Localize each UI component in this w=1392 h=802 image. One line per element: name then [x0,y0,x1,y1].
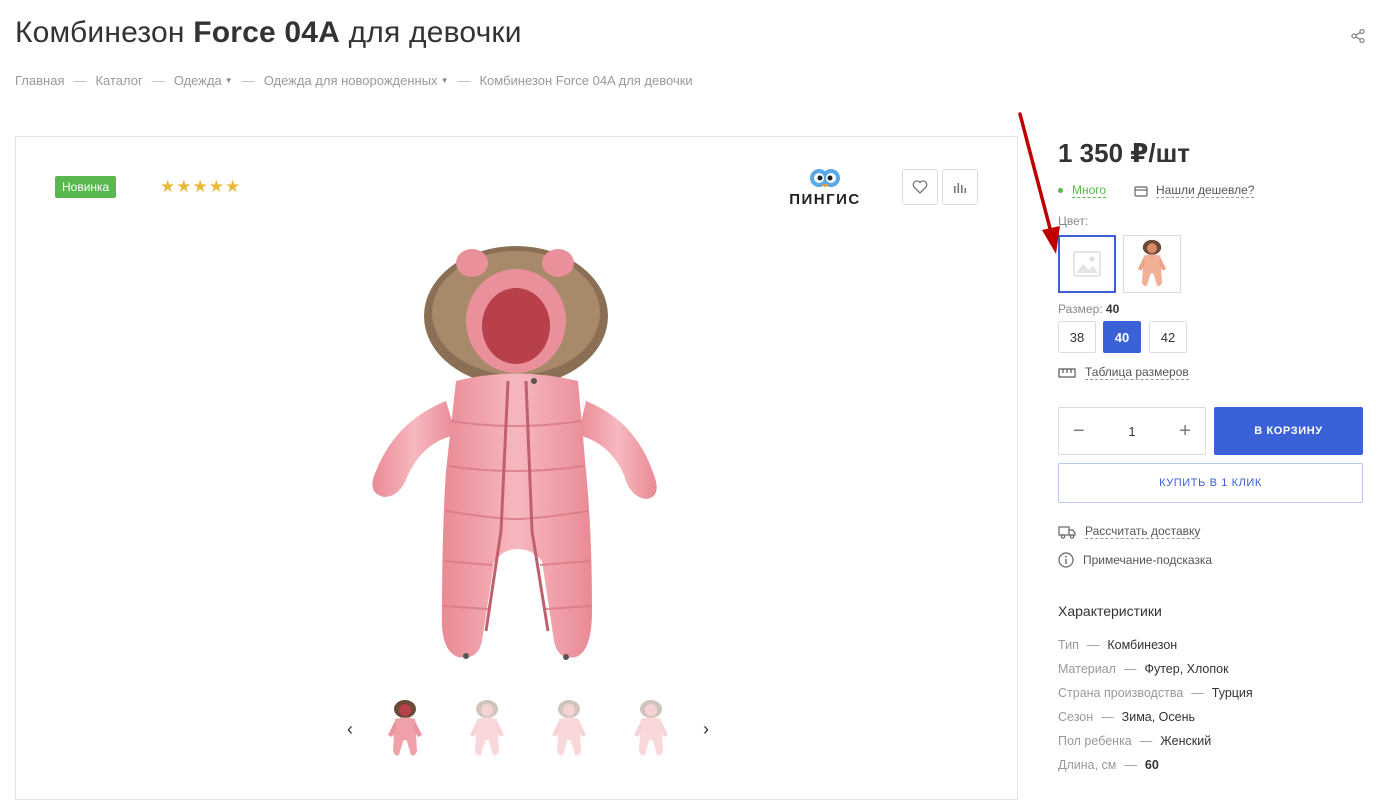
characteristic-row: Тип — Комбинезон [1058,638,1253,662]
size-option-42[interactable]: 42 [1149,321,1187,353]
brand-name: ПИНГИС [789,191,861,208]
size-table-link[interactable]: Таблица размеров [1058,365,1189,380]
product-main-image[interactable] [296,231,736,681]
truck-icon [1058,525,1076,539]
found-cheaper-label: Нашли дешевле? [1156,183,1255,198]
size-label-text: Размер: [1058,302,1103,316]
add-to-cart-button[interactable]: В КОРЗИНУ [1214,407,1363,455]
thumbnail-item[interactable] [623,697,679,761]
image-placeholder-icon [1073,251,1101,277]
breadcrumb-separator: — [73,73,87,88]
characteristic-row: Страна производства — Турция [1058,686,1253,710]
share-icon[interactable] [1350,28,1366,44]
product-gallery: Новинка ★★★★★ ПИНГИС ‹ › [15,136,1018,800]
color-swatch-image [1137,239,1167,287]
wallet-icon [1134,185,1148,197]
calculate-delivery-label: Рассчитать доставку [1085,524,1201,539]
minus-icon[interactable]: − [1073,420,1085,443]
characteristic-value: Зима, Осень [1121,710,1196,724]
heart-icon [912,180,928,194]
thumbnail-strip: ‹ › [336,697,720,761]
buy-one-click-button[interactable]: КУПИТЬ В 1 КЛИК [1058,463,1363,503]
hint-note: Примечание-подсказка [1058,552,1212,568]
brand-logo[interactable]: ПИНГИС [788,168,862,208]
size-selected-value: 40 [1105,302,1120,316]
characteristic-dash: — [1086,638,1100,652]
breadcrumb-separator: — [241,73,255,88]
characteristics-list: Тип — Комбинезон Материал — Футер, Хлопок Ст… [1058,638,1253,782]
plus-icon[interactable]: + [1179,420,1191,443]
characteristic-key: Материал [1058,662,1116,676]
owl-logo-icon [788,168,862,190]
title-model: Force 04A [193,16,341,49]
found-cheaper-link[interactable]: Нашли дешевле? [1134,183,1255,198]
breadcrumb-clothing[interactable]: Одежда [174,73,222,88]
characteristic-dash: — [1123,662,1137,676]
next-arrow-icon[interactable]: › [692,715,720,743]
rating-stars: ★★★★★ [160,177,242,196]
annotation-arrow-icon [1018,112,1060,254]
breadcrumb-separator: — [151,73,165,88]
title-suffix: для девочки [340,16,522,49]
characteristic-dash: — [1124,758,1137,772]
quantity-value[interactable]: 1 [1128,424,1135,439]
stock-label: Много [1072,183,1107,198]
characteristic-value: Турция [1211,686,1253,700]
characteristic-value: Футер, Хлопок [1144,662,1229,676]
characteristic-key: Тип [1058,638,1079,652]
prev-arrow-icon[interactable]: ‹ [336,715,364,743]
characteristic-value: 60 [1144,758,1159,772]
compare-bars-icon [954,183,967,193]
product-price: 1 350 ₽/шт [1058,138,1191,168]
breadcrumb: Главная — Каталог — Одежда ▼ — Одежда для… [15,73,693,88]
ruler-icon [1058,367,1076,378]
title-prefix: Комбинезон [15,16,194,49]
characteristic-row: Пол ребенка — Женский [1058,734,1253,758]
characteristic-dash: — [1101,710,1114,724]
color-swatch-pink[interactable] [1123,235,1181,293]
breadcrumb-catalog[interactable]: Каталог [95,73,142,88]
characteristic-key: Сезон [1058,710,1094,724]
hint-note-label: Примечание-подсказка [1083,553,1213,567]
characteristic-dash: — [1139,734,1153,748]
breadcrumb-current: Комбинезон Force 04A для девочки [479,73,693,88]
characteristic-row: Длина, см — 60 [1058,758,1253,782]
characteristic-key: Пол ребенка [1058,734,1132,748]
characteristic-key: Длина, см [1058,758,1117,772]
product-page: Комбинезон Force 04A для девочки Главная… [0,0,1392,802]
breadcrumb-newborn-clothing[interactable]: Одежда для новорожденных [264,73,438,88]
breadcrumb-separator: — [457,73,471,88]
dropdown-caret-icon[interactable]: ▼ [225,76,233,85]
characteristic-row: Сезон — Зима, Осень [1058,710,1253,734]
calculate-delivery-link[interactable]: Рассчитать доставку [1058,524,1201,539]
thumbnail-item[interactable] [541,697,597,761]
thumbnail-item[interactable] [377,697,433,761]
characteristics-heading: Характеристики [1058,603,1162,619]
size-option-40[interactable]: 40 [1103,321,1141,353]
breadcrumb-home[interactable]: Главная [15,73,64,88]
page-title: Комбинезон Force 04A для девочки [15,16,522,50]
size-option-38[interactable]: 38 [1058,321,1096,353]
compare-button[interactable] [942,169,978,205]
size-table-label: Таблица размеров [1085,365,1189,380]
new-badge: Новинка [55,176,117,198]
quantity-stepper: − 1 + [1058,407,1206,455]
info-icon [1058,552,1074,568]
characteristic-key: Страна производства [1058,686,1184,700]
dropdown-caret-icon[interactable]: ▼ [441,76,449,85]
thumbnail-item[interactable] [459,697,515,761]
size-label: Размер: 40 [1058,302,1119,316]
characteristic-value: Женский [1160,734,1212,748]
characteristic-dash: — [1191,686,1204,700]
favorite-button[interactable] [902,169,938,205]
characteristic-row: Материал — Футер, Хлопок [1058,662,1253,686]
characteristic-value: Комбинезон [1107,638,1178,652]
